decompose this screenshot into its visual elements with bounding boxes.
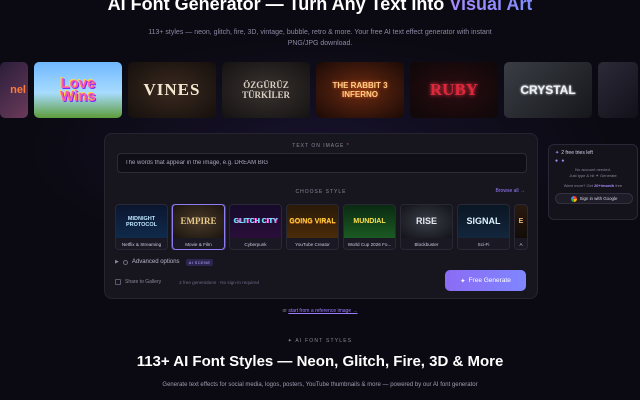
want-more-text: Want more? Get 20+/month free — [563, 183, 623, 188]
example-card[interactable]: VINES — [128, 62, 216, 118]
style-card[interactable]: E A — [514, 204, 528, 250]
style-card[interactable]: RISE Blockbuster — [400, 204, 453, 250]
title-main: AI Font Generator — Turn Any Text Into — [107, 0, 450, 14]
browse-all-link[interactable]: Browse all → — [496, 188, 525, 194]
style-name: A — [515, 238, 527, 249]
ai-scene-badge: AI SCENE — [185, 258, 214, 266]
example-card[interactable]: THE RABBIT 3 INFERNO — [316, 62, 404, 118]
style-thumbnail: MUNDIAL — [344, 205, 395, 238]
style-card[interactable]: GOING VIRAL YouTube Creator — [286, 204, 339, 250]
style-thumbnail: E — [515, 205, 527, 238]
example-card[interactable]: Love Wins — [34, 62, 122, 118]
hero-subtitle: 113+ styles — neon, glitch, fire, 3D, vi… — [148, 29, 492, 47]
example-text: Love Wins — [60, 75, 96, 105]
section-eyebrow: ✦ AI FONT STYLES — [287, 338, 353, 344]
style-name: YouTube Creator — [287, 238, 338, 249]
style-name: Cyberpunk — [230, 238, 281, 249]
style-card[interactable]: GLITCH CITY Cyberpunk — [229, 204, 282, 250]
text-input[interactable] — [117, 153, 527, 173]
generator-panel: TEXT ON IMAGE * CHOOSE STYLE Browse all … — [104, 133, 538, 299]
style-name: Netflix & Streaming — [116, 238, 167, 249]
example-card[interactable] — [598, 62, 638, 118]
style-card[interactable]: SIGNAL Sci-Fi — [457, 204, 510, 250]
style-thumbnail: GLITCH CITY — [230, 205, 281, 238]
example-card[interactable]: ÖZGÜRÜZ TÜRKİLER — [222, 62, 310, 118]
settings-icon — [122, 259, 128, 265]
style-thumbnail: GOING VIRAL — [287, 205, 338, 238]
style-card[interactable]: MUNDIAL World Cup 2026 Fo... — [343, 204, 396, 250]
share-to-gallery-checkbox[interactable] — [115, 279, 121, 285]
free-generate-button[interactable]: ✦ Free Generate — [445, 270, 526, 291]
sparkle-icon: ✦ — [555, 150, 560, 156]
style-thumbnail: RISE — [401, 205, 452, 238]
advanced-options-label: Advanced options — [131, 259, 180, 265]
example-card[interactable]: CRYSTAL — [504, 62, 592, 118]
style-card-selected[interactable]: EMPIRE Movie & Film — [172, 204, 225, 250]
text-on-image-label: TEXT ON IMAGE * — [292, 143, 350, 149]
style-thumbnail: EMPIRE — [173, 205, 224, 238]
section-title: 113+ AI Font Styles — Neon, Glitch, Fire… — [136, 353, 504, 370]
example-text: VINES — [143, 80, 201, 99]
example-text: THE RABBIT 3 INFERNO — [332, 81, 388, 99]
title-accent: Visual Art — [449, 0, 532, 14]
advanced-options-toggle[interactable]: ▶ Advanced options AI SCENE — [115, 257, 214, 267]
style-name: Sci-Fi — [458, 238, 509, 249]
reference-image-row: or start from a reference image → — [282, 308, 358, 314]
section-subtitle: Generate text effects for social media, … — [162, 382, 478, 388]
free-tries-header: ✦ 2 free tries left — [555, 150, 593, 156]
style-name: Blockbuster — [401, 238, 452, 249]
google-icon — [570, 195, 577, 202]
chevron-right-icon: ▶ — [115, 259, 119, 265]
required-mark: * — [346, 143, 350, 149]
sparkle-icon: ✦ — [460, 277, 466, 285]
style-card[interactable]: MIDNIGHT PROTOCOL Netflix & Streaming — [115, 204, 168, 250]
style-name: Movie & Film — [173, 238, 224, 249]
example-text: ÖZGÜRÜZ TÜRKİLER — [241, 80, 290, 100]
style-name: World Cup 2026 Fo... — [344, 238, 395, 249]
free-tries-card: ✦ 2 free tries left ● ● No account neede… — [548, 144, 638, 220]
example-card[interactable]: nel — [0, 62, 28, 118]
choose-style-label: CHOOSE STYLE — [295, 189, 347, 195]
google-sign-in-button[interactable]: Sign in with Google — [555, 193, 633, 204]
example-card[interactable]: RUBY — [410, 62, 498, 118]
share-to-gallery-label[interactable]: Share to Gallery — [125, 279, 161, 285]
example-text: nel — [10, 84, 26, 96]
quota-text: 2 free generations · No sign-in required — [179, 279, 260, 285]
style-picker: MIDNIGHT PROTOCOL Netflix & Streaming EM… — [115, 204, 533, 250]
example-text: RUBY — [429, 80, 479, 99]
tries-dots: ● ● — [555, 158, 566, 164]
example-text: CRYSTAL — [520, 83, 576, 97]
share-row: Share to Gallery 2 free generations · No… — [115, 277, 259, 287]
page-title: AI Font Generator — Turn Any Text Into V… — [0, 0, 640, 15]
reference-image-link[interactable]: start from a reference image → — [288, 308, 357, 314]
style-thumbnail: MIDNIGHT PROTOCOL — [116, 205, 167, 238]
style-thumbnail: SIGNAL — [458, 205, 509, 238]
example-strip: nel Love Wins VINES ÖZGÜRÜZ TÜRKİLER THE… — [0, 62, 640, 118]
just-type-text: Just type & hit ✦ Generate — [569, 173, 617, 178]
generate-label: Free Generate — [468, 277, 511, 284]
